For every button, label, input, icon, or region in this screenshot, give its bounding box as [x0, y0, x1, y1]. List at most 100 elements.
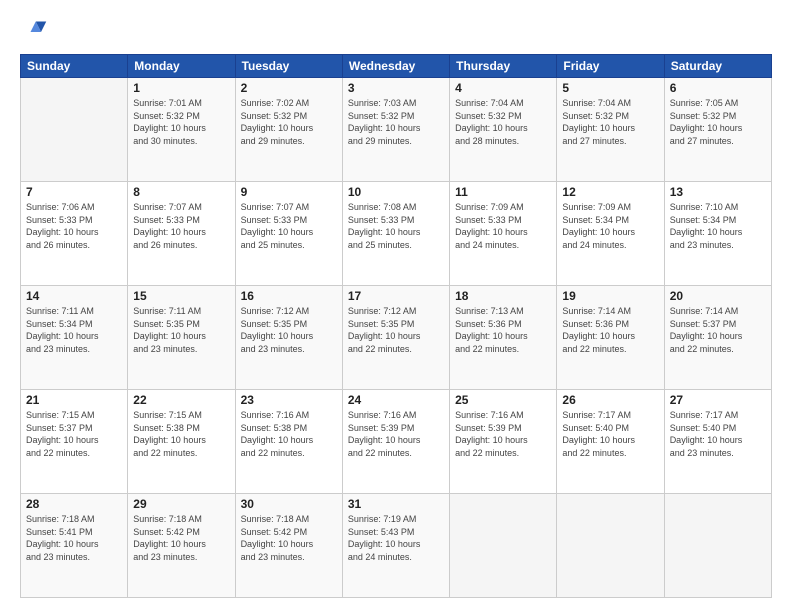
calendar-cell — [21, 78, 128, 182]
calendar-cell: 8 Sunrise: 7:07 AM Sunset: 5:33 PM Daylig… — [128, 182, 235, 286]
day-info: Sunrise: 7:17 AM Sunset: 5:40 PM Dayligh… — [562, 409, 658, 459]
day-info: Sunrise: 7:18 AM Sunset: 5:42 PM Dayligh… — [133, 513, 229, 563]
day-number: 31 — [348, 497, 444, 511]
header — [20, 18, 772, 46]
day-info: Sunrise: 7:09 AM Sunset: 5:34 PM Dayligh… — [562, 201, 658, 251]
page: SundayMondayTuesdayWednesdayThursdayFrid… — [0, 0, 792, 612]
calendar-cell: 12Sunrise: 7:09 AM Sunset: 5:34 PM Dayli… — [557, 182, 664, 286]
day-number: 1 — [133, 81, 229, 95]
calendar-cell — [557, 494, 664, 598]
calendar-table: SundayMondayTuesdayWednesdayThursdayFrid… — [20, 54, 772, 598]
calendar-cell: 14 Sunrise: 7:11 AM Sunset: 5:34 PM Dayli… — [21, 286, 128, 390]
day-info: Sunrise: 7:04 AM Sunset: 5:32 PM Dayligh… — [562, 97, 658, 147]
day-number: 22 — [133, 393, 229, 407]
day-number: 5 — [562, 81, 658, 95]
day-number: 16 — [241, 289, 337, 303]
day-number: 26 — [562, 393, 658, 407]
day-info: Sunrise: 7:18 AM Sunset: 5:42 PM Dayligh… — [241, 513, 337, 563]
day-info: Sunrise: 7:08 AM Sunset: 5:33 PM Dayligh… — [348, 201, 444, 251]
day-info: Sunrise: 7:16 AM Sunset: 5:39 PM Dayligh… — [455, 409, 551, 459]
week-row-1: 1 Sunrise: 7:01 AM Sunset: 5:32 PM Daylig… — [21, 78, 772, 182]
day-info: Sunrise: 7:04 AM Sunset: 5:32 PM Dayligh… — [455, 97, 551, 147]
day-info: Sunrise: 7:03 AM Sunset: 5:32 PM Dayligh… — [348, 97, 444, 147]
day-info: Sunrise: 7:11 AM Sunset: 5:35 PM Dayligh… — [133, 305, 229, 355]
day-header-monday: Monday — [128, 55, 235, 78]
day-number: 21 — [26, 393, 122, 407]
calendar-cell: 28Sunrise: 7:18 AM Sunset: 5:41 PM Dayli… — [21, 494, 128, 598]
day-info: Sunrise: 7:19 AM Sunset: 5:43 PM Dayligh… — [348, 513, 444, 563]
day-header-saturday: Saturday — [664, 55, 771, 78]
calendar-cell: 7 Sunrise: 7:06 AM Sunset: 5:33 PM Daylig… — [21, 182, 128, 286]
week-row-2: 7 Sunrise: 7:06 AM Sunset: 5:33 PM Daylig… — [21, 182, 772, 286]
day-header-sunday: Sunday — [21, 55, 128, 78]
day-number: 20 — [670, 289, 766, 303]
calendar-cell — [450, 494, 557, 598]
day-header-thursday: Thursday — [450, 55, 557, 78]
calendar-cell: 13Sunrise: 7:10 AM Sunset: 5:34 PM Dayli… — [664, 182, 771, 286]
day-number: 9 — [241, 185, 337, 199]
day-info: Sunrise: 7:07 AM Sunset: 5:33 PM Dayligh… — [133, 201, 229, 251]
calendar-cell: 31 Sunrise: 7:19 AM Sunset: 5:43 PM Dayli… — [342, 494, 449, 598]
day-number: 27 — [670, 393, 766, 407]
calendar-cell: 5 Sunrise: 7:04 AM Sunset: 5:32 PM Daylig… — [557, 78, 664, 182]
day-number: 14 — [26, 289, 122, 303]
day-number: 25 — [455, 393, 551, 407]
day-number: 15 — [133, 289, 229, 303]
day-number: 8 — [133, 185, 229, 199]
day-number: 24 — [348, 393, 444, 407]
calendar-cell: 29 Sunrise: 7:18 AM Sunset: 5:42 PM Dayli… — [128, 494, 235, 598]
day-info: Sunrise: 7:16 AM Sunset: 5:38 PM Dayligh… — [241, 409, 337, 459]
day-info: Sunrise: 7:12 AM Sunset: 5:35 PM Dayligh… — [348, 305, 444, 355]
calendar-cell: 1 Sunrise: 7:01 AM Sunset: 5:32 PM Daylig… — [128, 78, 235, 182]
day-info: Sunrise: 7:02 AM Sunset: 5:32 PM Dayligh… — [241, 97, 337, 147]
calendar-cell: 24Sunrise: 7:16 AM Sunset: 5:39 PM Dayli… — [342, 390, 449, 494]
calendar-cell: 6 Sunrise: 7:05 AM Sunset: 5:32 PM Daylig… — [664, 78, 771, 182]
day-number: 11 — [455, 185, 551, 199]
calendar-cell: 20 Sunrise: 7:14 AM Sunset: 5:37 PM Dayli… — [664, 286, 771, 390]
day-info: Sunrise: 7:13 AM Sunset: 5:36 PM Dayligh… — [455, 305, 551, 355]
day-number: 23 — [241, 393, 337, 407]
calendar-cell: 10 Sunrise: 7:08 AM Sunset: 5:33 PM Dayli… — [342, 182, 449, 286]
calendar-cell: 16 Sunrise: 7:12 AM Sunset: 5:35 PM Dayli… — [235, 286, 342, 390]
day-number: 17 — [348, 289, 444, 303]
day-header-friday: Friday — [557, 55, 664, 78]
calendar-cell: 4 Sunrise: 7:04 AM Sunset: 5:32 PM Daylig… — [450, 78, 557, 182]
header-row: SundayMondayTuesdayWednesdayThursdayFrid… — [21, 55, 772, 78]
week-row-5: 28Sunrise: 7:18 AM Sunset: 5:41 PM Dayli… — [21, 494, 772, 598]
calendar-cell: 22 Sunrise: 7:15 AM Sunset: 5:38 PM Dayli… — [128, 390, 235, 494]
calendar-cell: 18 Sunrise: 7:13 AM Sunset: 5:36 PM Dayli… — [450, 286, 557, 390]
day-number: 10 — [348, 185, 444, 199]
day-number: 3 — [348, 81, 444, 95]
day-info: Sunrise: 7:15 AM Sunset: 5:38 PM Dayligh… — [133, 409, 229, 459]
day-number: 28 — [26, 497, 122, 511]
day-info: Sunrise: 7:05 AM Sunset: 5:32 PM Dayligh… — [670, 97, 766, 147]
day-number: 4 — [455, 81, 551, 95]
calendar-cell: 15 Sunrise: 7:11 AM Sunset: 5:35 PM Dayli… — [128, 286, 235, 390]
day-number: 2 — [241, 81, 337, 95]
day-info: Sunrise: 7:01 AM Sunset: 5:32 PM Dayligh… — [133, 97, 229, 147]
calendar-cell: 23 Sunrise: 7:16 AM Sunset: 5:38 PM Dayli… — [235, 390, 342, 494]
calendar-cell: 19Sunrise: 7:14 AM Sunset: 5:36 PM Dayli… — [557, 286, 664, 390]
day-info: Sunrise: 7:12 AM Sunset: 5:35 PM Dayligh… — [241, 305, 337, 355]
day-number: 7 — [26, 185, 122, 199]
calendar-cell — [664, 494, 771, 598]
day-number: 18 — [455, 289, 551, 303]
calendar-cell: 27Sunrise: 7:17 AM Sunset: 5:40 PM Dayli… — [664, 390, 771, 494]
day-info: Sunrise: 7:11 AM Sunset: 5:34 PM Dayligh… — [26, 305, 122, 355]
day-info: Sunrise: 7:09 AM Sunset: 5:33 PM Dayligh… — [455, 201, 551, 251]
day-number: 6 — [670, 81, 766, 95]
week-row-3: 14 Sunrise: 7:11 AM Sunset: 5:34 PM Dayli… — [21, 286, 772, 390]
calendar-cell: 17 Sunrise: 7:12 AM Sunset: 5:35 PM Dayli… — [342, 286, 449, 390]
day-info: Sunrise: 7:06 AM Sunset: 5:33 PM Dayligh… — [26, 201, 122, 251]
day-number: 30 — [241, 497, 337, 511]
day-number: 29 — [133, 497, 229, 511]
calendar-cell: 30 Sunrise: 7:18 AM Sunset: 5:42 PM Dayli… — [235, 494, 342, 598]
day-info: Sunrise: 7:14 AM Sunset: 5:37 PM Dayligh… — [670, 305, 766, 355]
calendar-cell: 2 Sunrise: 7:02 AM Sunset: 5:32 PM Daylig… — [235, 78, 342, 182]
calendar-cell: 26 Sunrise: 7:17 AM Sunset: 5:40 PM Dayli… — [557, 390, 664, 494]
day-info: Sunrise: 7:10 AM Sunset: 5:34 PM Dayligh… — [670, 201, 766, 251]
calendar-cell: 9Sunrise: 7:07 AM Sunset: 5:33 PM Daylig… — [235, 182, 342, 286]
calendar-cell: 11 Sunrise: 7:09 AM Sunset: 5:33 PM Dayli… — [450, 182, 557, 286]
week-row-4: 21Sunrise: 7:15 AM Sunset: 5:37 PM Dayli… — [21, 390, 772, 494]
calendar-cell: 21Sunrise: 7:15 AM Sunset: 5:37 PM Dayli… — [21, 390, 128, 494]
